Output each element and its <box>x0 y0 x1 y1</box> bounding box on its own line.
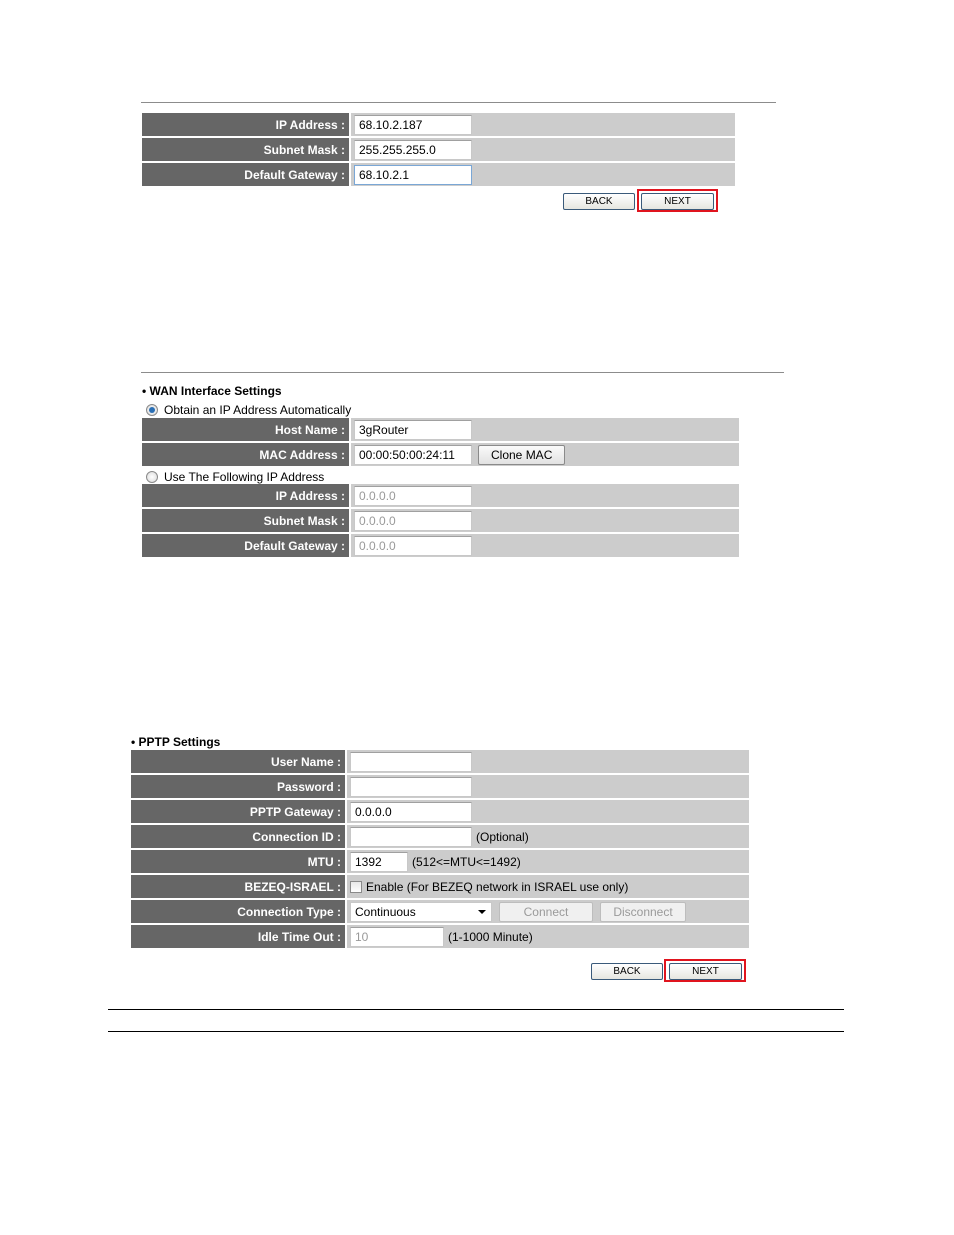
idle-time-out-label: Idle Time Out : <box>131 925 347 948</box>
bezeq-enable-checkbox[interactable] <box>350 880 362 893</box>
connect-button[interactable]: Connect <box>499 901 593 922</box>
ip-settings-form: IP Address : 68.10.2.187 Subnet Mask : 2… <box>142 111 735 188</box>
form-row-ip-address: IP Address : 68.10.2.187 <box>142 113 735 136</box>
radio-selected-icon[interactable] <box>146 404 158 416</box>
static-subnet-mask-label: Subnet Mask : <box>142 509 351 532</box>
form-row-user-name: User Name : <box>131 750 749 773</box>
divider <box>141 102 776 103</box>
connection-id-note: (Optional) <box>476 829 529 844</box>
back-button[interactable]: BACK <box>563 193 635 210</box>
form-row-pptp-gateway: PPTP Gateway : 0.0.0.0 <box>131 800 749 823</box>
form-row-mtu: MTU : 1392 (512<=MTU<=1492) <box>131 850 749 873</box>
subnet-mask-input[interactable]: 255.255.255.0 <box>354 139 472 160</box>
form-row-idle-time-out: Idle Time Out : 10 (1-1000 Minute) <box>131 925 749 948</box>
ip-address-input[interactable]: 68.10.2.187 <box>354 114 472 135</box>
connection-type-label: Connection Type : <box>131 900 347 923</box>
form-row-password: Password : <box>131 775 749 798</box>
footer-divider <box>108 1031 844 1032</box>
user-name-input[interactable] <box>350 751 472 772</box>
wan-auto-form: Host Name : 3gRouter MAC Address : 00:00… <box>142 416 739 468</box>
wan-settings-title: • WAN Interface Settings <box>142 384 282 398</box>
next-button[interactable]: NEXT <box>641 193 714 210</box>
footer-divider <box>108 1009 844 1010</box>
radio-obtain-auto[interactable]: Obtain an IP Address Automatically <box>146 403 351 417</box>
user-name-label: User Name : <box>131 750 347 773</box>
form-row-default-gateway: Default Gateway : 0.0.0.0 <box>142 534 739 557</box>
static-default-gateway-label: Default Gateway : <box>142 534 351 557</box>
pptp-form: User Name : Password : PPTP Gateway : 0.… <box>131 748 749 950</box>
default-gateway-label: Default Gateway : <box>142 163 351 186</box>
clone-mac-button[interactable]: Clone MAC <box>478 444 566 465</box>
pptp-settings-title: • PPTP Settings <box>131 735 221 749</box>
bullet-icon: • <box>142 384 150 398</box>
divider <box>141 372 784 373</box>
host-name-label: Host Name : <box>142 418 351 441</box>
pptp-gateway-label: PPTP Gateway : <box>131 800 347 823</box>
form-row-connection-id: Connection ID : (Optional) <box>131 825 749 848</box>
disconnect-button[interactable]: Disconnect <box>600 901 686 922</box>
mac-address-input[interactable]: 00:00:50:00:24:11 <box>354 444 472 465</box>
bezeq-enable-label: Enable (For BEZEQ network in ISRAEL use … <box>366 879 629 894</box>
form-row-default-gateway: Default Gateway : 68.10.2.1 <box>142 163 735 186</box>
connection-id-input[interactable] <box>350 826 472 847</box>
bullet-icon: • <box>131 735 139 749</box>
form-row-subnet-mask: Subnet Mask : 255.255.255.0 <box>142 138 735 161</box>
idle-time-out-note: (1-1000 Minute) <box>448 929 533 944</box>
form-row-ip-address: IP Address : 0.0.0.0 <box>142 484 739 507</box>
ip-address-label: IP Address : <box>142 113 351 136</box>
mtu-input[interactable]: 1392 <box>350 851 408 872</box>
password-input[interactable] <box>350 776 472 797</box>
chevron-down-icon <box>478 909 486 914</box>
static-ip-address-label: IP Address : <box>142 484 351 507</box>
form-row-subnet-mask: Subnet Mask : 0.0.0.0 <box>142 509 739 532</box>
connection-id-label: Connection ID : <box>131 825 347 848</box>
back-button[interactable]: BACK <box>591 963 663 980</box>
wan-static-form: IP Address : 0.0.0.0 Subnet Mask : 0.0.0… <box>142 482 739 559</box>
idle-time-out-input[interactable]: 10 <box>350 926 444 947</box>
subnet-mask-label: Subnet Mask : <box>142 138 351 161</box>
static-subnet-mask-input[interactable]: 0.0.0.0 <box>354 510 472 531</box>
static-default-gateway-input[interactable]: 0.0.0.0 <box>354 535 472 556</box>
bezeq-israel-label: BEZEQ-ISRAEL : <box>131 875 347 898</box>
form-row-bezeq-israel: BEZEQ-ISRAEL : Enable (For BEZEQ network… <box>131 875 749 898</box>
host-name-input[interactable]: 3gRouter <box>354 419 472 440</box>
static-ip-address-input[interactable]: 0.0.0.0 <box>354 485 472 506</box>
pptp-gateway-input[interactable]: 0.0.0.0 <box>350 801 472 822</box>
password-label: Password : <box>131 775 347 798</box>
form-row-host-name: Host Name : 3gRouter <box>142 418 739 441</box>
next-button[interactable]: NEXT <box>669 963 742 980</box>
mtu-note: (512<=MTU<=1492) <box>412 854 521 869</box>
connection-type-select[interactable]: Continuous <box>350 901 492 922</box>
mac-address-label: MAC Address : <box>142 443 351 466</box>
mtu-label: MTU : <box>131 850 347 873</box>
form-row-mac-address: MAC Address : 00:00:50:00:24:11 Clone MAC <box>142 443 739 466</box>
default-gateway-input[interactable]: 68.10.2.1 <box>354 164 472 185</box>
form-row-connection-type: Connection Type : Continuous Connect Disco… <box>131 900 749 923</box>
